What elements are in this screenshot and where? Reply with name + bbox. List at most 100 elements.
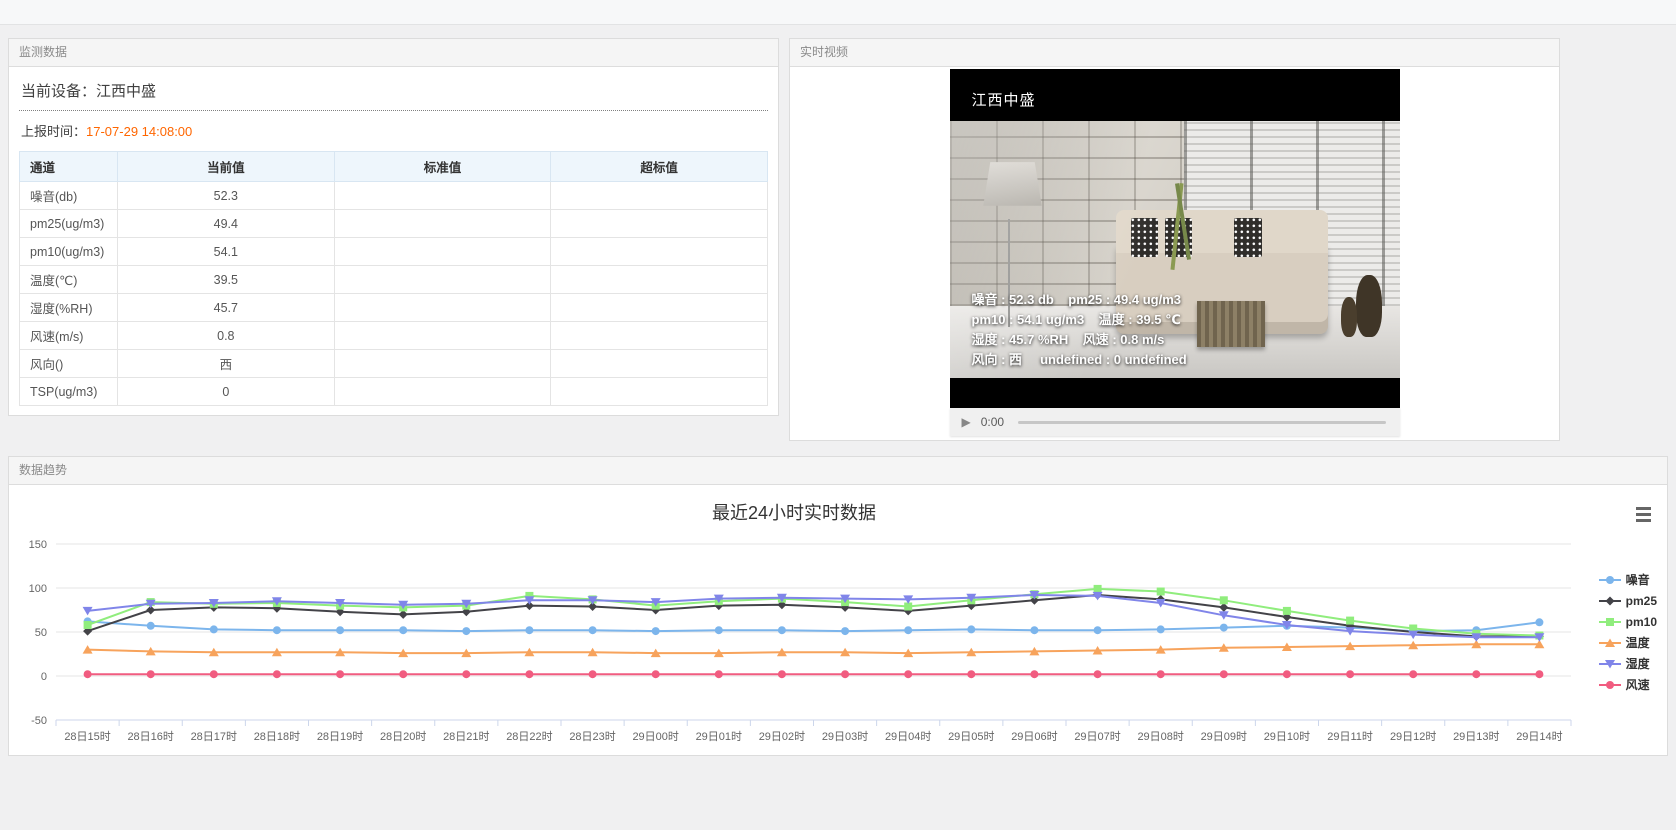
current-cell: 45.7 — [118, 294, 335, 322]
svg-text:29日13时: 29日13时 — [1453, 730, 1499, 743]
channel-cell: 温度(℃) — [20, 266, 118, 294]
standard-cell — [334, 294, 551, 322]
trend-panel-header: 数据趋势 — [9, 457, 1667, 485]
svg-text:29日09时: 29日09时 — [1201, 730, 1247, 743]
channel-cell: 风向() — [20, 350, 118, 378]
svg-text:28日23时: 28日23时 — [569, 730, 615, 743]
standard-cell — [334, 210, 551, 238]
report-time-label: 上报时间： — [21, 124, 86, 139]
svg-text:0: 0 — [41, 671, 47, 683]
channel-cell: TSP(ug/m3) — [20, 378, 118, 406]
chart-export-menu-icon[interactable] — [1636, 507, 1651, 525]
svg-text:29日06时: 29日06时 — [1011, 730, 1057, 743]
svg-text:50: 50 — [35, 627, 47, 639]
channel-cell: pm10(ug/m3) — [20, 238, 118, 266]
legend-item-pm25[interactable]: pm25 — [1599, 590, 1657, 611]
exceed-cell — [551, 322, 768, 350]
svg-text:29日08时: 29日08时 — [1137, 730, 1183, 743]
table-row: pm25(ug/m3)49.4 — [20, 210, 768, 238]
channel-cell: 噪音(db) — [20, 182, 118, 210]
video-progress-bar[interactable] — [1018, 421, 1385, 424]
top-bar — [0, 0, 1676, 25]
monitor-table: 通道当前值标准值超标值 噪音(db)52.3pm25(ug/m3)49.4pm1… — [19, 151, 768, 406]
current-cell: 0 — [118, 378, 335, 406]
video-controls: ▶ 0:00 — [950, 408, 1400, 436]
channel-cell: 湿度(%RH) — [20, 294, 118, 322]
monitor-panel-header: 监测数据 — [9, 39, 778, 67]
video-stream-title: 江西中盛 — [972, 89, 1036, 110]
standard-cell — [334, 266, 551, 294]
legend-label: 湿度 — [1626, 655, 1650, 672]
legend-item-温度[interactable]: 温度 — [1599, 632, 1657, 653]
legend-item-pm10[interactable]: pm10 — [1599, 611, 1657, 632]
table-row: 湿度(%RH)45.7 — [20, 294, 768, 322]
monitor-panel: 监测数据 当前设备：江西中盛 上报时间：17-07-29 14:08:00 通道… — [8, 38, 779, 416]
svg-text:29日10时: 29日10时 — [1264, 730, 1310, 743]
exceed-cell — [551, 350, 768, 378]
legend-marker-icon — [1599, 679, 1621, 691]
current-cell: 54.1 — [118, 238, 335, 266]
exceed-cell — [551, 378, 768, 406]
current-cell: 49.4 — [118, 210, 335, 238]
svg-text:100: 100 — [29, 583, 47, 595]
video-panel-header: 实时视频 — [790, 39, 1559, 67]
standard-cell — [334, 378, 551, 406]
legend-item-噪音[interactable]: 噪音 — [1599, 569, 1657, 590]
standard-cell — [334, 322, 551, 350]
svg-text:-50: -50 — [31, 715, 47, 727]
overlay-line: pm10 : 54.1 ug/m3 温度 : 39.5 ℃ — [972, 310, 1187, 330]
svg-text:28日17时: 28日17时 — [191, 730, 237, 743]
table-row: 风向()西 — [20, 350, 768, 378]
svg-text:29日00时: 29日00时 — [632, 730, 678, 743]
svg-text:29日14时: 29日14时 — [1516, 730, 1562, 743]
chart-legend: 噪音 pm25pm10 温度湿度风速 — [1599, 569, 1657, 695]
video-panel-title: 实时视频 — [800, 45, 848, 59]
legend-item-湿度[interactable]: 湿度 — [1599, 653, 1657, 674]
svg-text:150: 150 — [29, 539, 47, 551]
table-row: 风速(m/s)0.8 — [20, 322, 768, 350]
trend-panel: 数据趋势 最近24小时实时数据 150100500-5028日15时28日16时… — [8, 456, 1668, 756]
legend-marker-icon — [1599, 574, 1621, 586]
svg-text:29日11时: 29日11时 — [1327, 730, 1373, 743]
current-cell: 52.3 — [118, 182, 335, 210]
video-overlay-readings: 噪音 : 52.3 db pm25 : 49.4 ug/m3pm10 : 54.… — [972, 290, 1187, 370]
column-header: 超标值 — [551, 152, 768, 182]
svg-text:29日04时: 29日04时 — [885, 730, 931, 743]
monitor-panel-title: 监测数据 — [19, 45, 67, 59]
trend-chart: 150 100 50 0 -50 28日15时 28日16时 28日17时 28日18时 28日1… — [9, 491, 1584, 751]
video-player[interactable]: 江西中盛 噪音 : 52.3 db — [950, 69, 1400, 408]
table-row: pm10(ug/m3)54.1 — [20, 238, 768, 266]
svg-text:29日07时: 29日07时 — [1074, 730, 1120, 743]
svg-text:28日21时: 28日21时 — [443, 730, 489, 743]
exceed-cell — [551, 182, 768, 210]
current-device-label: 当前设备：江西中盛 — [19, 73, 768, 111]
standard-cell — [334, 350, 551, 378]
svg-text:28日16时: 28日16时 — [127, 730, 173, 743]
channel-cell: pm25(ug/m3) — [20, 210, 118, 238]
svg-text:29日03时: 29日03时 — [822, 730, 868, 743]
svg-text:29日05时: 29日05时 — [948, 730, 994, 743]
play-button[interactable]: ▶ — [962, 415, 971, 429]
current-cell: 西 — [118, 350, 335, 378]
svg-text:28日20时: 28日20时 — [380, 730, 426, 743]
current-cell: 39.5 — [118, 266, 335, 294]
legend-label: 噪音 — [1626, 571, 1650, 588]
video-time: 0:00 — [981, 415, 1004, 429]
legend-item-风速[interactable]: 风速 — [1599, 674, 1657, 695]
column-header: 当前值 — [118, 152, 335, 182]
svg-text:28日18时: 28日18时 — [254, 730, 300, 743]
overlay-line: 噪音 : 52.3 db pm25 : 49.4 ug/m3 — [972, 290, 1187, 310]
svg-text:28日15时: 28日15时 — [64, 730, 110, 743]
svg-text:28日22时: 28日22时 — [506, 730, 552, 743]
svg-text:28日19时: 28日19时 — [317, 730, 363, 743]
overlay-line: 湿度 : 45.7 %RH 风速 : 0.8 m/s — [972, 330, 1187, 350]
video-panel: 实时视频 江西中盛 — [789, 38, 1560, 441]
svg-text:29日02时: 29日02时 — [759, 730, 805, 743]
overlay-line: 风向 : 西 undefined : 0 undefined — [972, 350, 1187, 370]
standard-cell — [334, 238, 551, 266]
monitor-table-header-row: 通道当前值标准值超标值 — [20, 152, 768, 182]
standard-cell — [334, 182, 551, 210]
legend-marker-icon — [1599, 616, 1621, 628]
legend-label: 温度 — [1626, 634, 1650, 651]
svg-text:29日01时: 29日01时 — [696, 730, 742, 743]
